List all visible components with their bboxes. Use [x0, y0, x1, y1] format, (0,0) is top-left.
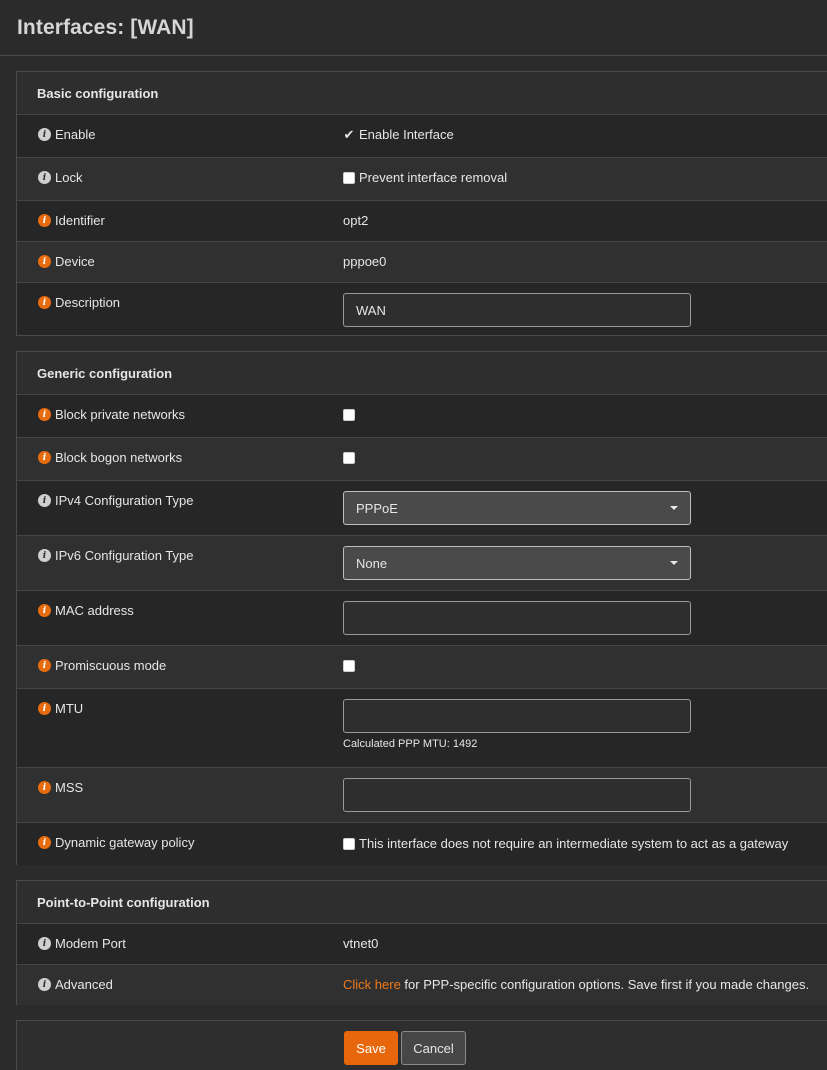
section-header: Point-to-Point configuration [17, 881, 827, 923]
checkbox[interactable] [343, 409, 355, 421]
info-icon[interactable]: i [38, 978, 51, 991]
info-icon[interactable]: i [38, 408, 51, 421]
cancel-button[interactable]: Cancel [401, 1031, 466, 1065]
checkbox[interactable] [343, 837, 355, 850]
page-title: Interfaces: [WAN] [17, 15, 194, 39]
ipv4-type-select[interactable]: PPPoE [343, 491, 691, 525]
enable-label: i Enable [38, 127, 95, 142]
chevron-down-icon [670, 506, 678, 510]
advanced-row: i Advanced Click here for PPP-specific c… [17, 964, 827, 1005]
modem-label: i Modem Port [38, 936, 126, 951]
block-private-checkbox[interactable] [343, 409, 359, 421]
check-icon[interactable]: ✔ [343, 128, 355, 141]
info-icon[interactable]: i [38, 494, 51, 507]
mss-input[interactable] [343, 778, 691, 812]
prevent-removal-checkbox[interactable]: Prevent interface removal [343, 170, 507, 185]
ipv6-label: i IPv6 Configuration Type [38, 548, 194, 563]
description-input[interactable]: WAN [343, 293, 691, 327]
block-private-label: i Block private networks [38, 407, 185, 422]
device-label: i Device [38, 254, 95, 269]
info-icon[interactable]: i [38, 937, 51, 950]
mtu-row: i MTU Calculated PPP MTU: 1492 [17, 688, 827, 767]
ipv4-label: i IPv4 Configuration Type [38, 493, 194, 508]
mtu-label: i MTU [38, 701, 83, 716]
modem-row: i Modem Port vtnet0 [17, 923, 827, 964]
basic-configuration-section: Basic configuration i Enable ✔ Enable In… [16, 71, 827, 336]
info-icon[interactable]: i [38, 255, 51, 268]
modem-value: vtnet0 [343, 936, 379, 951]
mtu-input[interactable] [343, 699, 691, 733]
enable-interface-checkbox[interactable]: ✔ Enable Interface [343, 127, 454, 142]
info-icon[interactable]: i [38, 451, 51, 464]
advanced-text: Click here for PPP-specific configuratio… [343, 977, 810, 992]
ipv4-row: i IPv4 Configuration Type PPPoE [17, 480, 827, 535]
ptp-configuration-section: Point-to-Point configuration i Modem Por… [16, 880, 827, 1005]
section-title: Generic configuration [37, 366, 173, 381]
section-title: Point-to-Point configuration [37, 895, 210, 910]
ipv6-row: i IPv6 Configuration Type None [17, 535, 827, 590]
device-value: pppoe0 [343, 254, 387, 269]
info-icon[interactable]: i [38, 296, 51, 309]
checkbox[interactable] [343, 171, 355, 184]
mtu-hint: Calculated PPP MTU: 1492 [343, 738, 478, 750]
actions-section: Save Cancel [16, 1020, 827, 1070]
mac-label: i MAC address [38, 603, 134, 618]
block-bogon-row: i Block bogon networks [17, 437, 827, 480]
identifier-row: i Identifier opt2 [17, 200, 827, 241]
generic-configuration-section: Generic configuration i Block private ne… [16, 351, 827, 865]
ipv6-type-select[interactable]: None [343, 546, 691, 580]
advanced-label: i Advanced [38, 977, 113, 992]
block-bogon-checkbox[interactable] [343, 452, 359, 464]
page-header: Interfaces: [WAN] [0, 0, 827, 56]
info-icon[interactable]: i [38, 128, 51, 141]
info-icon[interactable]: i [38, 659, 51, 672]
info-icon[interactable]: i [38, 549, 51, 562]
info-icon[interactable]: i [38, 702, 51, 715]
dyngw-checkbox[interactable]: This interface does not require an inter… [343, 836, 788, 851]
mss-label: i MSS [38, 780, 83, 795]
dyngw-label: i Dynamic gateway policy [38, 835, 194, 850]
description-row: i Description WAN [17, 282, 827, 335]
description-label: i Description [38, 295, 120, 310]
section-header: Generic configuration [17, 352, 827, 394]
lock-row: i Lock Prevent interface removal [17, 157, 827, 200]
chevron-down-icon [670, 561, 678, 565]
click-here-link[interactable]: Click here [343, 977, 401, 992]
identifier-label: i Identifier [38, 213, 105, 228]
checkbox[interactable] [343, 660, 355, 672]
info-icon[interactable]: i [38, 171, 51, 184]
lock-label: i Lock [38, 170, 82, 185]
device-row: i Device pppoe0 [17, 241, 827, 282]
promisc-row: i Promiscuous mode [17, 645, 827, 688]
mac-row: i MAC address [17, 590, 827, 645]
checkbox[interactable] [343, 452, 355, 464]
section-title: Basic configuration [37, 86, 159, 101]
promisc-checkbox[interactable] [343, 660, 359, 672]
save-button[interactable]: Save [344, 1031, 398, 1065]
info-icon[interactable]: i [38, 836, 51, 849]
info-icon[interactable]: i [38, 604, 51, 617]
section-header: Basic configuration [17, 72, 827, 114]
info-icon[interactable]: i [38, 214, 51, 227]
block-private-row: i Block private networks [17, 394, 827, 437]
mss-row: i MSS [17, 767, 827, 822]
dyngw-row: i Dynamic gateway policy This interface … [17, 822, 827, 865]
info-icon[interactable]: i [38, 781, 51, 794]
promisc-label: i Promiscuous mode [38, 658, 166, 673]
mac-address-input[interactable] [343, 601, 691, 635]
identifier-value: opt2 [343, 213, 369, 228]
block-bogon-label: i Block bogon networks [38, 450, 182, 465]
enable-row: i Enable ✔ Enable Interface [17, 114, 827, 157]
